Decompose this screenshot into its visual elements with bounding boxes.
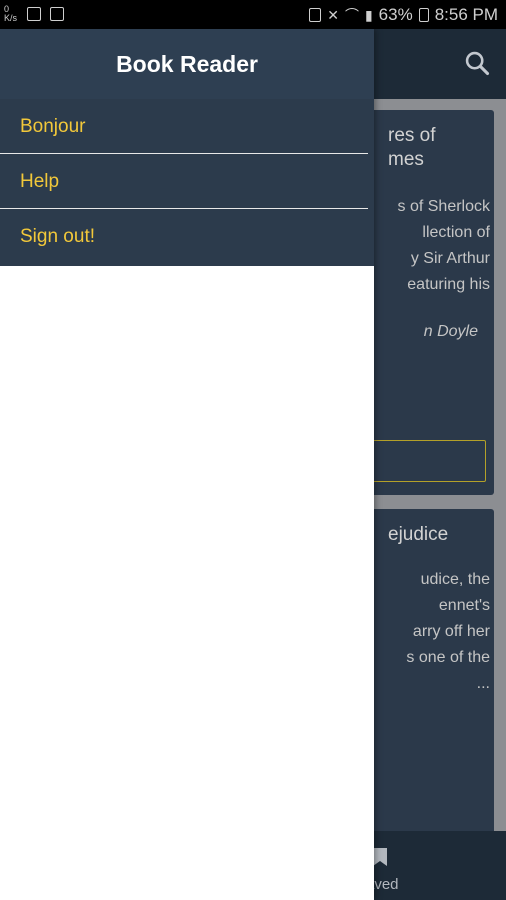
mute-icon: ✕ bbox=[327, 6, 339, 23]
menu-item-label: Bonjour bbox=[20, 115, 86, 137]
menu-item-bonjour[interactable]: Bonjour bbox=[0, 99, 374, 154]
wifi-icon: ⌒ bbox=[344, 7, 359, 23]
menu-item-label: Help bbox=[20, 170, 60, 192]
menu-item-sign-out[interactable]: Sign out! bbox=[0, 209, 374, 264]
image-icon bbox=[27, 7, 41, 21]
status-right: ✕ ⌒ ▮ 63% 8:56 PM bbox=[309, 5, 498, 25]
battery-icon bbox=[418, 8, 429, 22]
status-left-icons: 0 K/s bbox=[4, 5, 64, 23]
navigation-drawer: Book Reader Bonjour Help Sign out! bbox=[0, 29, 374, 900]
clock: 8:56 PM bbox=[434, 5, 498, 24]
drawer-title: Book Reader bbox=[116, 50, 258, 77]
menu-item-help[interactable]: Help bbox=[0, 154, 374, 209]
nfc-icon bbox=[309, 8, 322, 22]
signal-icon: ▮ bbox=[364, 6, 373, 23]
menu-item-label: Sign out! bbox=[20, 225, 95, 247]
battery-percent: 63% bbox=[378, 5, 413, 24]
network-speed-icon: 0 K/s bbox=[4, 4, 18, 23]
status-bar: 0 K/s ✕ ⌒ ▮ 63% 8:56 PM bbox=[0, 0, 506, 29]
notes-icon bbox=[50, 7, 64, 21]
drawer-menu: Bonjour Help Sign out! bbox=[0, 99, 374, 266]
drawer-header: Book Reader bbox=[0, 29, 374, 99]
